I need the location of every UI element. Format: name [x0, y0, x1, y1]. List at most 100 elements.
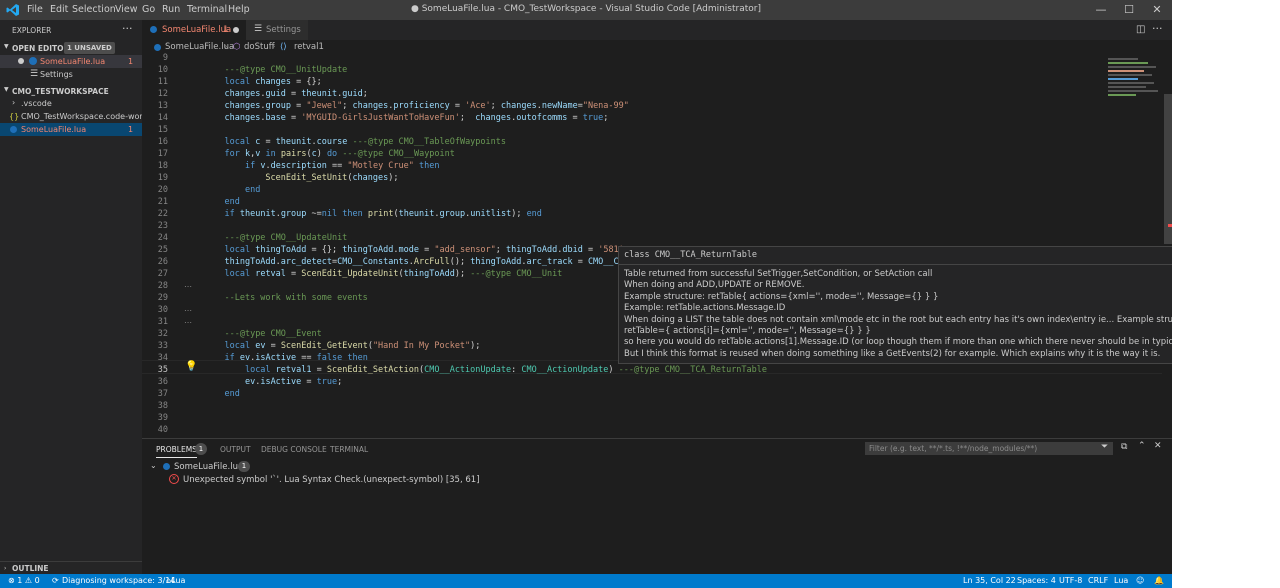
code-line: changes.group = "Jewel"; changes.profici…	[224, 101, 629, 111]
indentation-status[interactable]: Spaces: 4	[1017, 576, 1056, 585]
hover-line: Example structure: retTable{ actions={xm…	[624, 292, 939, 302]
breadcrumb-variable[interactable]: retval1	[294, 42, 324, 52]
code-line: if ev.isActive == false then	[224, 353, 368, 363]
unsaved-dot-icon	[18, 58, 24, 64]
line-number: 13	[157, 101, 168, 111]
code-line: if v.description == "Motley Crue" then	[244, 161, 440, 171]
line-number: 29	[157, 293, 168, 303]
code-line: ---@type CMO__UpdateUnit	[224, 233, 348, 243]
notifications-bell-icon[interactable]: 🔔	[1154, 576, 1164, 585]
code-line: ScenEdit_SetUnit(changes);	[265, 173, 399, 183]
problem-file-row[interactable]: ⌄ SomeLuaFile.lua 1	[142, 460, 1172, 473]
filter-icon[interactable]: ⏷	[1101, 442, 1108, 452]
error-icon: ✕	[169, 474, 179, 484]
tab-someluafile[interactable]: SomeLuaFile.lua 1	[142, 20, 246, 40]
lua-file-icon	[29, 57, 37, 65]
language-mode[interactable]: Lua	[1114, 576, 1128, 585]
folded-region-icon[interactable]: ⋯	[184, 282, 192, 291]
code-line: for k,v in pairs(c) do ---@type CMO__Way…	[224, 149, 455, 159]
scrollbar-thumb[interactable]	[1164, 94, 1172, 244]
line-number: 30	[157, 305, 168, 315]
open-editor-label: SomeLuaFile.lua	[40, 57, 106, 66]
folder-label: .vscode	[21, 99, 52, 108]
breadcrumb-separator-icon: ›	[272, 42, 276, 52]
cursor-position[interactable]: Ln 35, Col 22	[963, 576, 1016, 585]
hover-tooltip: class CMO__TCA_ReturnTable Table returne…	[618, 246, 1172, 364]
function-icon: ⬡	[233, 42, 241, 52]
line-number: 32	[157, 329, 168, 339]
close-panel-icon[interactable]: ✕	[1154, 441, 1162, 451]
settings-list-icon: ☰	[30, 69, 39, 79]
chevron-down-icon: ▼	[4, 86, 9, 93]
line-number: 28	[157, 281, 168, 291]
code-line: changes.base = 'MYGUID-GirlsJustWantToHa…	[224, 113, 609, 123]
breadcrumb-separator-icon: ›	[224, 42, 228, 52]
line-number: 14	[157, 113, 168, 123]
tab-output[interactable]: OUTPUT	[220, 445, 251, 454]
tab-problems[interactable]: PROBLEMS	[156, 445, 197, 458]
code-line: ev.isActive = true;	[244, 377, 343, 387]
more-actions-icon[interactable]: ···	[1152, 22, 1163, 35]
problem-item[interactable]: ✕ Unexpected symbol '`'. Lua Syntax Chec…	[142, 473, 1172, 486]
line-number: 19	[157, 173, 168, 183]
minimize-button[interactable]: —	[1088, 2, 1114, 18]
line-number: 33	[157, 341, 168, 351]
hover-line: Table returned from successful SetTrigge…	[624, 269, 933, 279]
outline-header: OUTLINE	[12, 564, 49, 573]
line-number: 40	[157, 425, 168, 435]
maximize-panel-icon[interactable]: ⌃	[1138, 441, 1146, 451]
file-label: SomeLuaFile.lua	[21, 125, 87, 134]
hover-line: Example: retTable.actions.Message.ID	[624, 303, 786, 313]
line-number: 15	[157, 125, 168, 135]
tab-terminal[interactable]: TERMINAL	[330, 445, 368, 454]
more-actions-icon[interactable]: ···	[122, 22, 133, 35]
feedback-icon[interactable]: ☺	[1136, 576, 1144, 585]
code-line: end	[224, 197, 240, 207]
open-editor-item-settings[interactable]: ☰ Settings	[0, 68, 142, 81]
collapse-all-icon[interactable]: ⧉	[1121, 442, 1127, 452]
eol-status[interactable]: CRLF	[1088, 576, 1108, 585]
workspace-header[interactable]: CMO_TESTWORKSPACE	[12, 87, 109, 96]
file-item-someluafile[interactable]: SomeLuaFile.lua 1	[0, 123, 142, 136]
code-line: if theunit.group ~=nil then print(theuni…	[224, 209, 542, 219]
line-number: 26	[157, 257, 168, 267]
open-editor-item-someluafile[interactable]: SomeLuaFile.lua 1	[0, 55, 142, 68]
outline-section[interactable]: › OUTLINE	[0, 561, 142, 575]
error-count: 1	[128, 125, 134, 134]
split-editor-icon[interactable]: ◫	[1136, 24, 1145, 35]
lua-status[interactable]: ⌂Lua	[166, 576, 185, 585]
lua-file-icon	[163, 463, 170, 470]
minimap[interactable]	[1106, 56, 1164, 126]
encoding-status[interactable]: UTF-8	[1059, 576, 1082, 585]
lua-file-icon	[154, 44, 161, 51]
file-item-workspace[interactable]: {} CMO_TestWorkspace.code-wor...	[0, 110, 150, 123]
breadcrumb-function[interactable]: doStuff	[244, 42, 275, 52]
unsaved-dot-icon[interactable]	[233, 27, 239, 33]
folded-region-icon[interactable]: ⋯	[184, 306, 192, 315]
chevron-down-icon: ⌄	[150, 461, 157, 470]
warning-count: 0	[34, 576, 40, 585]
line-number: 25	[157, 245, 168, 255]
line-number: 17	[157, 149, 168, 159]
line-number: 20	[157, 185, 168, 195]
code-line: --Lets work with some events	[224, 293, 368, 303]
vscode-window: File Edit Selection View Go Run Terminal…	[0, 0, 1172, 588]
status-bar: ⊗ 1 ⚠ 0 ⟳ Diagnosing workspace: 3/14 ⌂Lu…	[0, 574, 1172, 588]
tab-settings[interactable]: ☰ Settings	[246, 20, 308, 40]
errors-status[interactable]: ⊗ 1 ⚠ 0	[8, 576, 40, 585]
file-label: CMO_TestWorkspace.code-wor...	[21, 112, 150, 121]
error-marker	[1168, 224, 1172, 227]
problems-filter-input[interactable]: Filter (e.g. text, **/*.ts, !**/node_mod…	[865, 442, 1113, 455]
tab-debug-console[interactable]: DEBUG CONSOLE	[261, 445, 327, 454]
code-editor[interactable]: 9 10 11 12 13 14 15 16 17 18 19 20 21 22 23 24 25 26 27 28 2…	[142, 53, 1172, 435]
hover-divider	[619, 264, 1172, 265]
hover-line: When doing and ADD,UPDATE or REMOVE.	[624, 280, 805, 290]
folder-item-vscode[interactable]: › .vscode	[0, 97, 142, 110]
close-window-button[interactable]: ✕	[1144, 2, 1170, 18]
lightbulb-icon[interactable]: 💡	[185, 361, 197, 372]
line-number: 35	[157, 365, 168, 375]
folded-region-icon[interactable]: ⋯	[184, 318, 192, 327]
filter-placeholder: Filter (e.g. text, **/*.ts, !**/node_mod…	[869, 444, 1038, 453]
line-number: 36	[157, 377, 168, 387]
maximize-button[interactable]: ☐	[1116, 2, 1142, 18]
